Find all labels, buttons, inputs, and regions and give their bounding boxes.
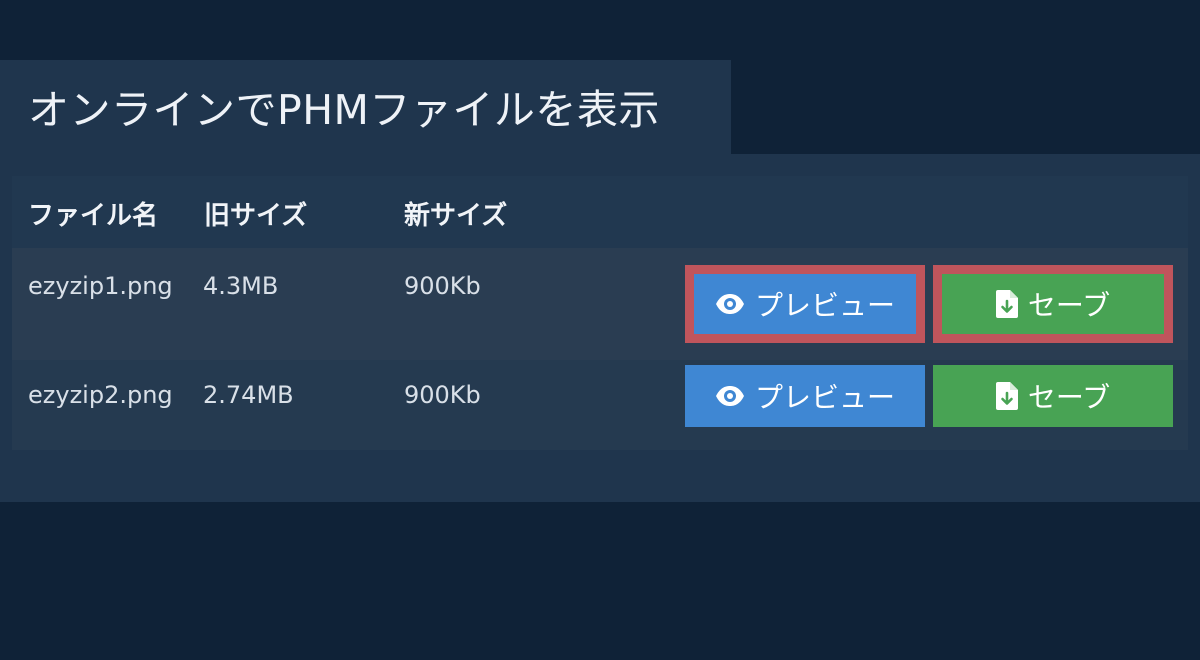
new-size-cell: 900Kb [404, 272, 481, 300]
table-header: ファイル名 旧サイズ 新サイズ [12, 176, 1188, 248]
column-header-old-size: 旧サイズ [204, 201, 308, 231]
results-panel: ファイル名 旧サイズ 新サイズ ezyzip1.png 4.3MB 900Kb … [0, 154, 1200, 502]
eye-icon [715, 385, 745, 407]
save-button[interactable]: セーブ [933, 365, 1173, 427]
title-tab: オンラインでPHMファイルを表示 [0, 60, 731, 154]
preview-button-label: プレビュー [754, 289, 895, 322]
file-table: ファイル名 旧サイズ 新サイズ ezyzip1.png 4.3MB 900Kb … [12, 176, 1188, 450]
table-row: ezyzip2.png 2.74MB 900Kb プレビュー セーブ [12, 360, 1188, 450]
save-button[interactable]: セーブ [933, 265, 1173, 343]
table-row: ezyzip1.png 4.3MB 900Kb プレビュー セーブ [12, 248, 1188, 360]
preview-button[interactable]: プレビュー [685, 365, 925, 427]
filename-cell: ezyzip2.png [28, 381, 173, 409]
column-header-new-size: 新サイズ [404, 201, 508, 231]
file-download-icon [995, 382, 1018, 410]
filename-cell: ezyzip1.png [28, 272, 173, 300]
eye-icon [715, 293, 745, 315]
page-title: オンラインでPHMファイルを表示 [28, 86, 660, 134]
old-size-cell: 2.74MB [203, 381, 294, 409]
column-header-filename: ファイル名 [28, 201, 159, 231]
save-button-label: セーブ [1027, 289, 1111, 322]
save-button-label: セーブ [1027, 381, 1111, 414]
preview-button-label: プレビュー [754, 381, 895, 414]
new-size-cell: 900Kb [404, 381, 481, 409]
old-size-cell: 4.3MB [203, 272, 279, 300]
file-download-icon [995, 290, 1018, 318]
preview-button[interactable]: プレビュー [685, 265, 925, 343]
